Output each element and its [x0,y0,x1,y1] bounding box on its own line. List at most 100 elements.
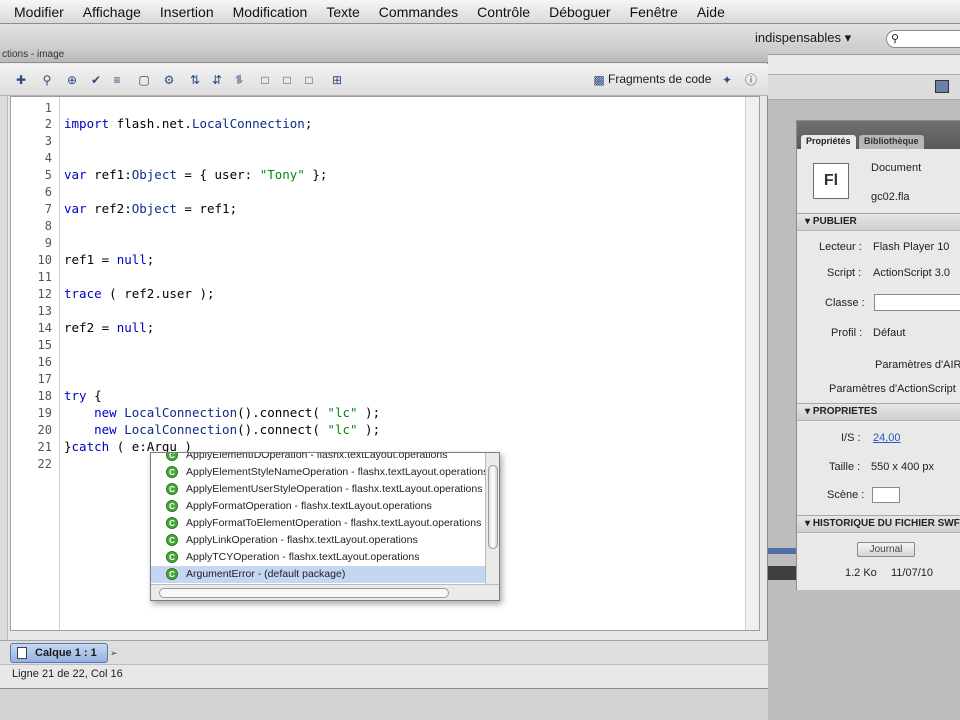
comment-line-icon[interactable]: □ [280,73,294,87]
code-hint-hscroll[interactable] [151,584,499,600]
code-line[interactable]: ref2 = null; [64,320,154,335]
layer-tab[interactable]: Calque 1 : 1 [10,643,108,663]
actions-panel-title[interactable]: ctions - image [0,47,768,63]
line-number: 10 [37,253,52,267]
code-line[interactable]: trace ( ref2.user ); [64,286,215,301]
debug-icon[interactable]: ⚙ [162,73,176,87]
code-hint-item[interactable]: C ApplyElementUserStyleOperation - flashx… [151,481,486,498]
target-icon[interactable]: ⊕ [65,73,79,87]
find-icon[interactable]: ⚲ [40,73,54,87]
code-line[interactable]: try { [64,388,102,403]
code-hint-popup[interactable]: C ApplyElementIDOperation - flashx.textLa… [150,452,500,601]
code-hint-text: ApplyTCYOperation - flashx.textLayout.op… [186,551,420,563]
code-hint-item[interactable]: C ApplyElementIDOperation - flashx.textLa… [151,452,486,464]
code-hint-item[interactable]: C ApplyElementStyleNameOperation - flashx… [151,464,486,481]
check-icon[interactable]: ✔ [89,73,103,87]
stage-color-swatch[interactable] [872,487,900,503]
journal-button[interactable]: Journal [857,542,915,557]
menu-insertion[interactable]: Insertion [160,4,214,20]
help-search-input[interactable]: ⚲ [886,30,960,48]
fps-label: I/S : [841,432,861,444]
menu-texte[interactable]: Texte [326,4,359,20]
add-icon[interactable]: ✚ [14,73,28,87]
comment-block-icon[interactable]: □ [258,73,272,87]
code-line[interactable]: new LocalConnection().connect( "lc" ); [64,405,380,420]
code-hint-text: ApplyLinkOperation - flashx.textLayout.o… [186,534,418,546]
pin-icon[interactable]: ➢ [110,648,124,658]
tab-library[interactable]: Bibliothèque [859,135,924,149]
code-line[interactable]: new LocalConnection().connect( "lc" ); [64,422,380,437]
class-icon: C [166,568,178,580]
line-number: 13 [37,304,52,318]
menu-controle[interactable]: Contrôle [477,4,530,20]
menu-modifier[interactable]: Modifier [14,4,64,20]
toolbox-icon[interactable]: ⊞ [330,73,344,87]
class-input[interactable] [874,294,960,311]
menu-aide[interactable]: Aide [697,4,725,20]
script-value: ActionScript 3.0 [873,267,951,279]
code-line[interactable]: var ref1:Object = { user: "Tony" }; [64,167,327,182]
wand-icon[interactable]: ✦ [720,73,734,87]
line-number: 6 [44,185,52,199]
doc-name: gc02.fla [871,191,910,203]
section-properties-label: ▾ PROPRIETES [805,406,878,417]
code-hint-item[interactable]: C ApplyFormatOperation - flashx.textLayou… [151,498,486,515]
workspace-selector[interactable]: indispensables ▾ [755,30,851,46]
expand-icon[interactable]: ⇵ [210,73,224,87]
help-icon[interactable]: ⓘ [744,73,758,87]
edit-bar [768,75,960,100]
expand-all-icon[interactable]: ⥮ [232,73,246,87]
air-settings-button[interactable]: Paramètres d'AIR [875,359,960,371]
actions-toolbar: ✚ ⚲ ⊕ ✔ ≡ ▢ ⚙ ⇅ ⇵ ⥮ □ □ □ ⊞ ▩ Fragments … [0,64,768,96]
code-hint-text: ApplyElementUserStyleOperation - flashx.… [186,483,483,495]
class-icon: C [166,551,178,563]
code-hint-text: ApplyElementStyleNameOperation - flashx.… [186,466,486,478]
section-history[interactable]: ▾ HISTORIQUE DU FICHIER SWF [797,515,960,533]
code-line[interactable]: ref1 = null; [64,252,154,267]
menubar: Modifier Affichage Insertion Modificatio… [0,0,960,24]
code-hint-hscroll-thumb[interactable] [159,588,449,598]
search-icon: ⚲ [891,33,900,45]
uncomment-icon[interactable]: □ [302,73,316,87]
code-hint-item[interactable]: C ApplyLinkOperation - flashx.textLayout.… [151,532,486,549]
line-number: 12 [37,287,52,301]
code-hint-item[interactable]: C ApplyTCYOperation - flashx.textLayout.o… [151,549,486,566]
code-hint-vscroll[interactable] [485,453,499,584]
line-number: 11 [37,270,52,284]
code-hint-item[interactable]: C ArgumentError - (default package) [151,566,486,583]
collapse-icon[interactable]: ⇅ [188,73,202,87]
format-icon[interactable]: ≡ [110,73,124,87]
scene-icon[interactable] [935,80,949,93]
line-number: 16 [37,355,52,369]
code-snippets-button[interactable]: Fragments de code [608,72,711,86]
section-publish[interactable]: ▾ PUBLIER [797,213,960,231]
properties-panel: Propriétés Bibliothèque Fl Document gc02… [796,120,960,590]
player-value: Flash Player 10 [873,241,950,253]
code-snippets-icon[interactable]: ▩ [592,73,606,87]
tab-properties[interactable]: Propriétés [801,135,856,149]
as-settings-button[interactable]: Paramètres d'ActionScript [829,383,956,395]
code-hint-text: ArgumentError - (default package) [186,568,346,580]
actions-toolbox-collapsed[interactable] [0,96,8,679]
menu-commandes[interactable]: Commandes [379,4,458,20]
menu-modification[interactable]: Modification [233,4,308,20]
editor-scrollbar[interactable] [745,97,759,630]
menu-fenetre[interactable]: Fenêtre [630,4,678,20]
line-number: 2 [44,117,52,131]
line-number: 15 [37,338,52,352]
size-value[interactable]: 550 x 400 px [871,461,934,473]
fps-value[interactable]: 24,00 [873,432,901,444]
line-number: 8 [44,219,52,233]
section-properties[interactable]: ▾ PROPRIETES [797,403,960,421]
menu-affichage[interactable]: Affichage [83,4,141,20]
code-hint-icon[interactable]: ▢ [137,73,151,87]
line-number: 19 [37,406,52,420]
class-icon: C [166,483,178,495]
code-line[interactable]: var ref2:Object = ref1; [64,201,237,216]
code-hint-text: ApplyElementIDOperation - flashx.textLay… [186,452,448,461]
section-history-label: ▾ HISTORIQUE DU FICHIER SWF [805,518,960,529]
code-hint-vscroll-thumb[interactable] [488,465,498,549]
code-hint-item[interactable]: C ApplyFormatToElementOperation - flashx.… [151,515,486,532]
menu-deboguer[interactable]: Déboguer [549,4,611,20]
code-line[interactable]: import flash.net.LocalConnection; [64,116,312,131]
